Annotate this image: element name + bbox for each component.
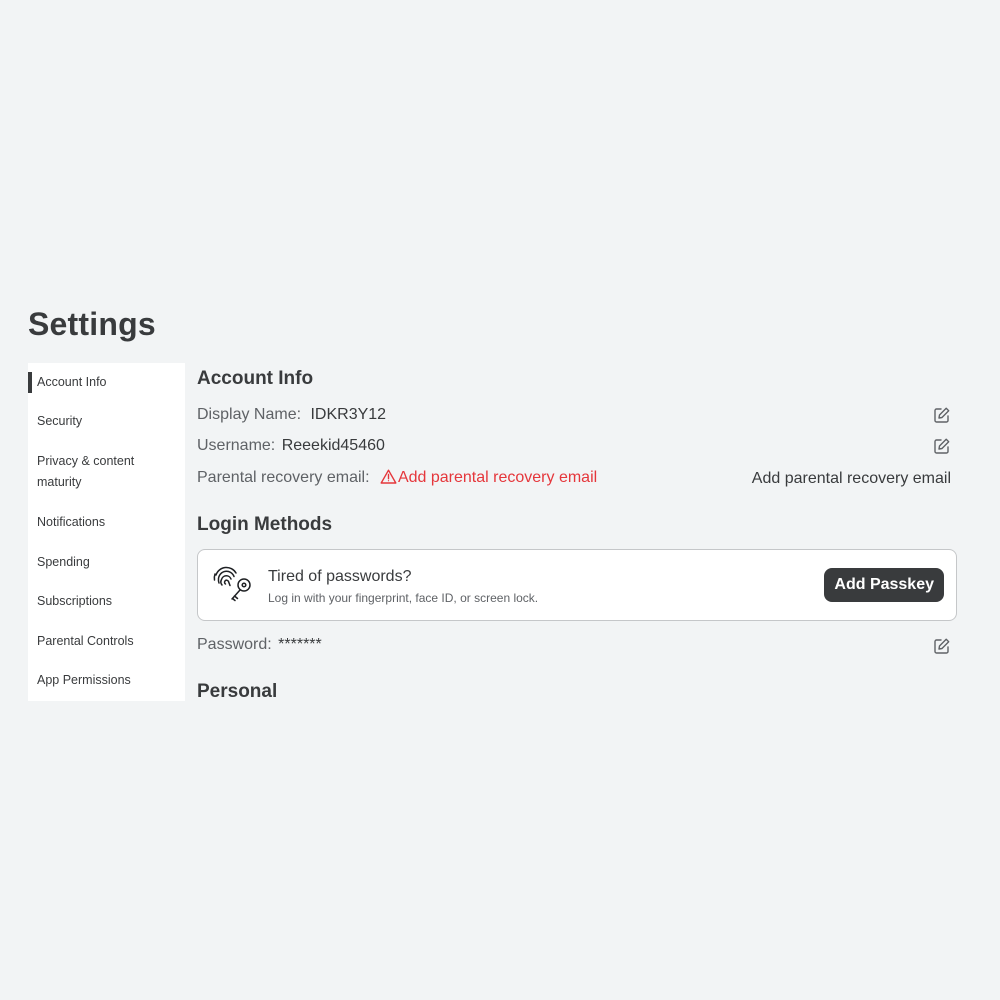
sidebar-item-spending[interactable]: Spending xyxy=(28,552,185,573)
display-name-value: IDKR3Y12 xyxy=(310,406,387,423)
passkey-subtitle: Log in with your fingerprint, face ID, o… xyxy=(268,591,539,605)
display-name-row: Display Name: IDKR3Y12 xyxy=(197,403,957,427)
passkey-title: Tired of passwords? xyxy=(268,568,412,585)
parental-email-row: Parental recovery email: Add parental re… xyxy=(197,466,957,490)
sidebar-item-parental-controls[interactable]: Parental Controls xyxy=(28,631,185,652)
edit-pencil-icon xyxy=(934,438,950,454)
sidebar-item-account-info[interactable]: Account Info xyxy=(28,372,185,393)
add-parental-email-warning-link[interactable]: Add parental recovery email xyxy=(380,469,597,486)
login-methods-heading: Login Methods xyxy=(197,514,333,535)
add-passkey-button[interactable]: Add Passkey xyxy=(824,568,944,602)
sidebar-item-notifications[interactable]: Notifications xyxy=(28,512,185,533)
fingerprint-key-icon xyxy=(213,566,251,602)
sidebar-item-privacy[interactable]: Privacy & content maturity xyxy=(28,451,185,493)
password-value: ******* xyxy=(278,636,322,653)
account-info-heading: Account Info xyxy=(197,368,314,389)
edit-username-button[interactable] xyxy=(933,437,951,455)
password-label: Password: xyxy=(197,636,272,653)
parental-email-warning-text: Add parental recovery email xyxy=(397,469,598,486)
edit-pencil-icon xyxy=(934,638,950,654)
username-value: Reeekid45460 xyxy=(281,437,385,454)
page-title: Settings xyxy=(28,306,156,342)
warning-triangle-icon xyxy=(380,469,397,484)
settings-page: Settings Account Info Security Privacy &… xyxy=(0,0,1000,1000)
username-row: Username: Reeekid45460 xyxy=(197,434,957,458)
edit-pencil-icon xyxy=(934,407,950,423)
settings-sidebar: Account Info Security Privacy & content … xyxy=(28,363,185,701)
sidebar-item-subscriptions[interactable]: Subscriptions xyxy=(28,591,185,612)
edit-display-name-button[interactable] xyxy=(933,406,951,424)
edit-password-button[interactable] xyxy=(933,637,951,655)
sidebar-item-app-permissions[interactable]: App Permissions xyxy=(28,670,185,691)
personal-heading: Personal xyxy=(197,681,278,702)
add-parental-email-button[interactable]: Add parental recovery email xyxy=(752,467,951,491)
password-row: Password: ******* xyxy=(197,633,957,657)
sidebar-item-security[interactable]: Security xyxy=(28,411,185,432)
parental-email-label: Parental recovery email: xyxy=(197,469,370,486)
username-label: Username: xyxy=(197,437,276,454)
display-name-label: Display Name: xyxy=(197,406,302,423)
passkey-card: Tired of passwords? Log in with your fin… xyxy=(197,549,957,621)
